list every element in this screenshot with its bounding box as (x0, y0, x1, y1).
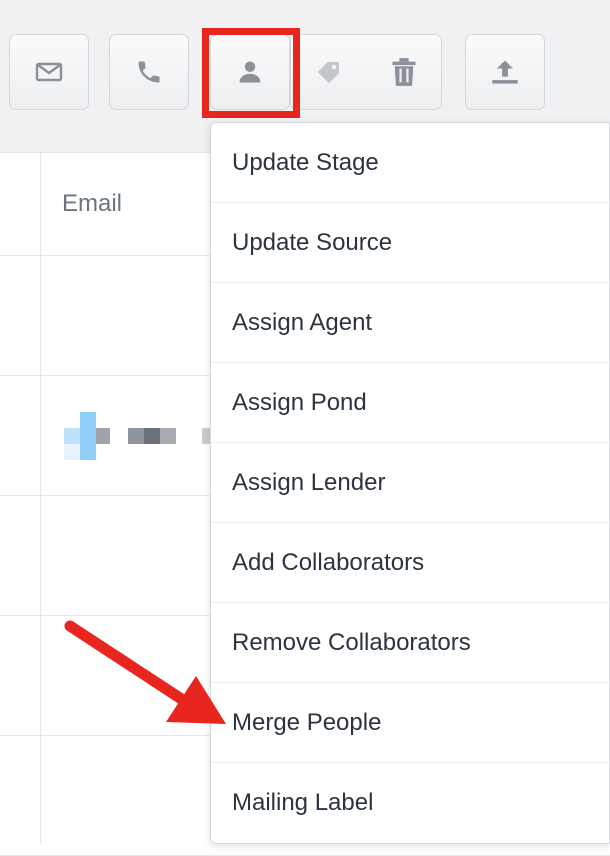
annotation-arrow (64, 620, 226, 724)
